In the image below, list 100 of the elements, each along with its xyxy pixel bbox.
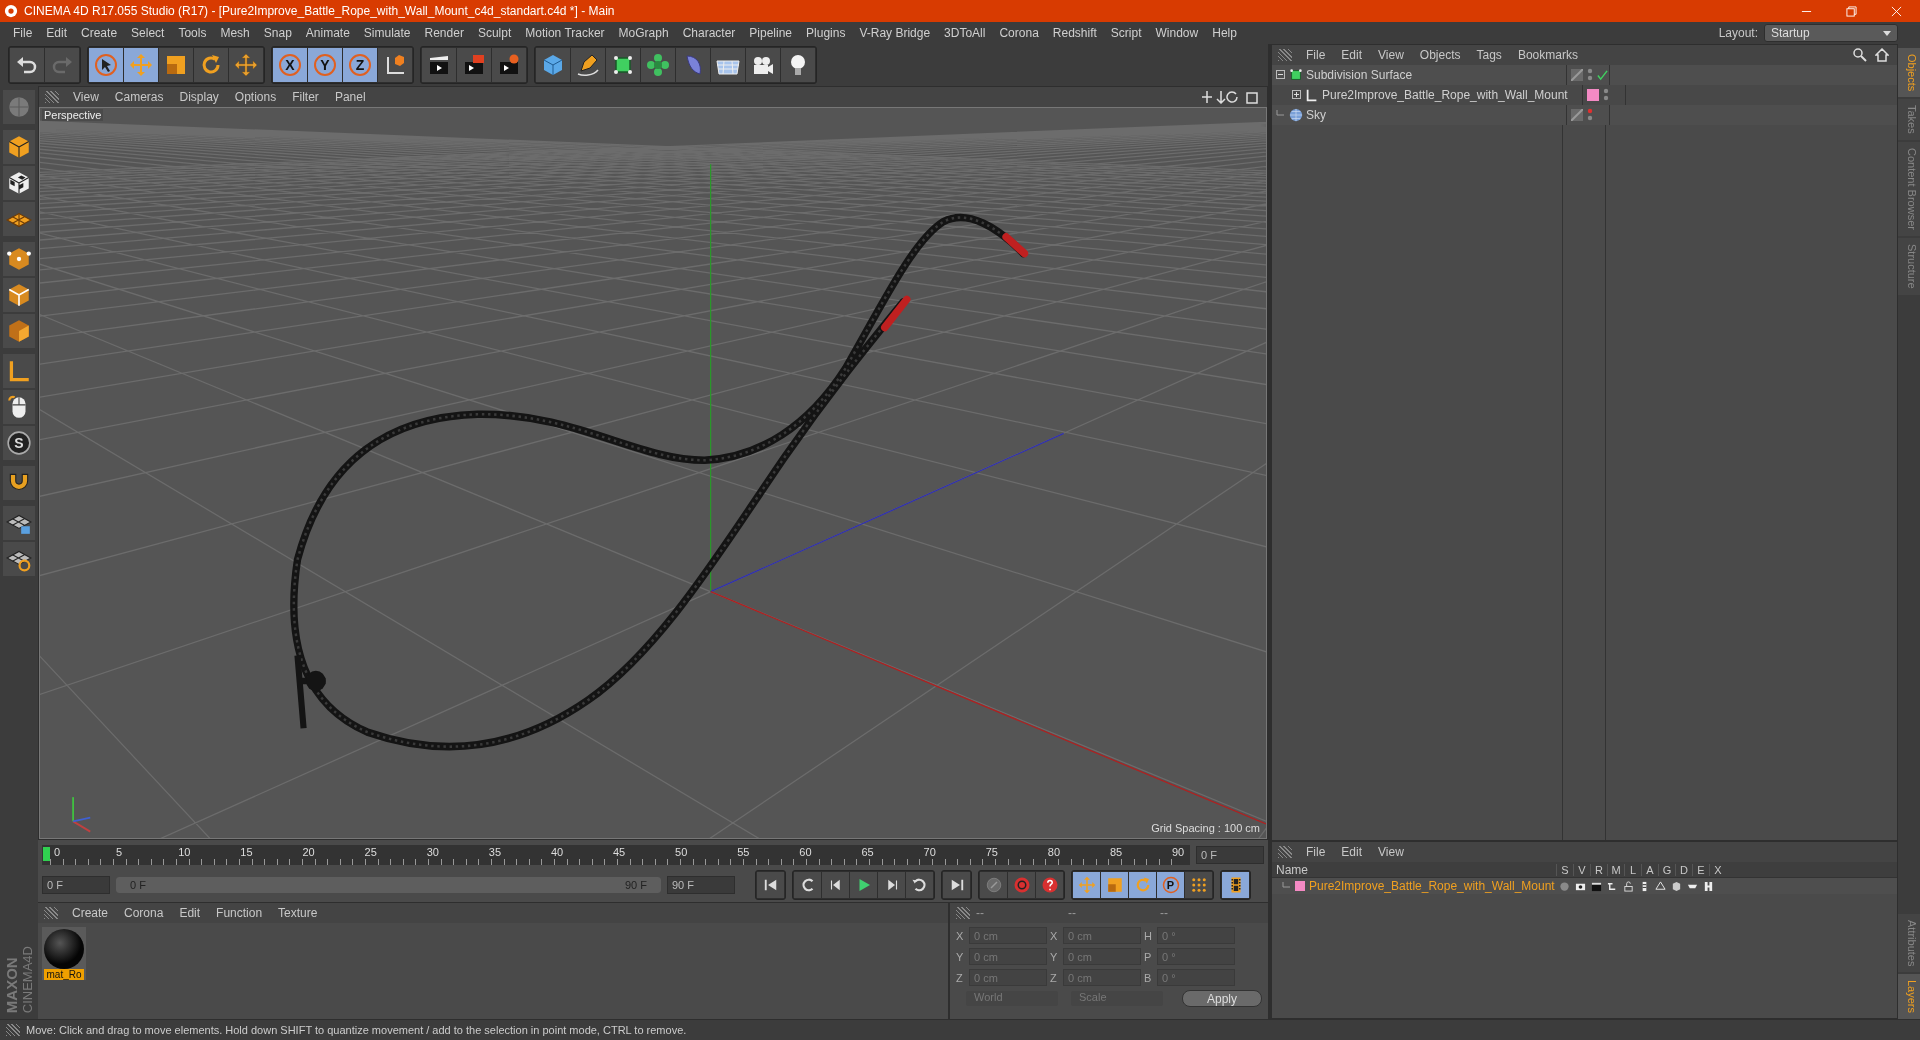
panel-grip-icon[interactable] [45, 91, 59, 103]
menu-item[interactable]: Animate [298, 26, 357, 40]
menu-item[interactable]: 3DToAll [937, 26, 993, 40]
panel-grip-icon[interactable] [956, 907, 970, 919]
menu-item[interactable]: Plugins [799, 26, 853, 40]
clapperboard-gear-icon[interactable] [492, 48, 526, 82]
material-menu-item[interactable]: Create [64, 906, 117, 920]
record-icon[interactable] [1008, 872, 1035, 898]
menu-item[interactable]: Tools [171, 26, 214, 40]
side-tab[interactable]: Objects [1898, 48, 1920, 98]
object-row[interactable]: Subdivision Surface [1272, 65, 1897, 85]
object-menu-item[interactable]: View [1370, 48, 1412, 62]
skip-start-icon[interactable] [757, 872, 784, 898]
subdivision-cube-icon[interactable] [606, 48, 640, 82]
crosshair-arrows-icon[interactable] [229, 48, 263, 82]
help-icon[interactable] [1036, 872, 1063, 898]
object-menu-item[interactable]: Bookmarks [1509, 48, 1586, 62]
material-swatch[interactable]: mat_Ro [42, 927, 86, 980]
menu-item[interactable]: Pipeline [742, 26, 800, 40]
panel-grip-icon[interactable] [44, 907, 58, 919]
menu-item[interactable]: Render [417, 26, 471, 40]
step-back-icon[interactable] [822, 872, 849, 898]
material-menu-item[interactable]: Edit [171, 906, 209, 920]
current-frame-field[interactable]: 0 F [1196, 846, 1264, 864]
cube-icon[interactable] [3, 130, 35, 164]
menu-item[interactable]: MoGraph [611, 26, 676, 40]
object-row[interactable]: Sky [1272, 105, 1897, 125]
viewport-menu-item[interactable]: View [65, 90, 107, 104]
grid-lock-icon[interactable] [3, 506, 35, 540]
caret-icon[interactable] [1883, 30, 1891, 36]
cube-icon[interactable] [536, 48, 570, 82]
cube-points-icon[interactable] [3, 242, 35, 276]
apply-button[interactable]: Apply [1182, 990, 1262, 1007]
menu-item[interactable]: Help [1205, 26, 1244, 40]
start-frame-field[interactable]: 0 F [42, 876, 110, 894]
viewport-menu-item[interactable]: Panel [326, 90, 374, 104]
menu-item[interactable]: Sculpt [470, 26, 519, 40]
end-frame-field[interactable]: 90 F [667, 876, 735, 894]
menu-item[interactable]: Redshift [1045, 26, 1104, 40]
close-icon[interactable] [1891, 5, 1902, 17]
grid-plane-icon[interactable] [3, 202, 35, 236]
expand-toggle-icon[interactable] [1292, 90, 1302, 100]
menu-item[interactable]: Character [675, 26, 743, 40]
viewport-menu-item[interactable]: Cameras [106, 90, 172, 104]
menu-item[interactable]: Motion Tracker [518, 26, 612, 40]
next-key-icon[interactable] [906, 872, 933, 898]
playhead-marker[interactable] [43, 847, 50, 861]
snap-button[interactable]: S [3, 426, 35, 460]
clapperboard-icon[interactable] [422, 48, 456, 82]
deformer-icon[interactable] [1671, 880, 1682, 892]
expand-toggle-icon[interactable] [1276, 70, 1286, 80]
menu-item[interactable]: Edit [39, 26, 75, 40]
cube-polygons-icon[interactable] [3, 314, 35, 348]
previous-key-icon[interactable] [794, 872, 821, 898]
play-icon[interactable] [850, 872, 877, 898]
solo-dot-icon[interactable] [1559, 880, 1570, 892]
material-menu-item[interactable]: Texture [270, 906, 326, 920]
film-strip-icon[interactable] [1222, 872, 1249, 898]
menu-item[interactable]: Corona [992, 26, 1046, 40]
grid-snap-icon[interactable] [3, 542, 35, 576]
lock-icon[interactable] [1623, 880, 1634, 892]
menu-item[interactable]: V-Ray Bridge [852, 26, 938, 40]
visibility-dots-icon[interactable] [1587, 108, 1593, 122]
dot-grid-icon[interactable] [1185, 872, 1212, 898]
step-forward-icon[interactable] [878, 872, 905, 898]
undo-icon[interactable] [10, 48, 44, 82]
menu-item[interactable]: Mesh [213, 26, 257, 40]
viewport-menu-item[interactable]: Options [226, 90, 285, 104]
cube-edges-icon[interactable] [3, 278, 35, 312]
home-icon[interactable] [1875, 48, 1889, 62]
object-menu-item[interactable]: Objects [1411, 48, 1469, 62]
timeline-ruler[interactable]: 0 5 10 15 20 25 30 35 40 45 50 55 60 65 70 75 80 85 90 [42, 845, 1190, 865]
side-tab[interactable]: Layers [1898, 973, 1920, 1019]
camera-icon[interactable] [746, 48, 780, 82]
menu-item[interactable]: Create [74, 26, 125, 40]
visibility-dots-icon[interactable] [1587, 68, 1593, 82]
axis-toggle-button[interactable]: X [273, 48, 307, 82]
magnet-icon[interactable] [3, 466, 35, 500]
parameter-button[interactable]: P [1157, 872, 1184, 898]
hierarchy-icon[interactable] [1607, 880, 1618, 892]
viewport-navigation-icon[interactable] [1201, 90, 1261, 104]
object-menu-item[interactable]: File [1298, 48, 1334, 62]
layer-menu-item[interactable]: Edit [1333, 845, 1371, 859]
menu-item[interactable]: File [6, 26, 40, 40]
checkmark-icon[interactable] [1597, 69, 1608, 81]
menu-item[interactable]: Select [124, 26, 172, 40]
light-bulb-icon[interactable] [781, 48, 815, 82]
axis-icon[interactable] [3, 354, 35, 388]
menu-item[interactable]: Snap [256, 26, 299, 40]
object-menu-item[interactable]: Edit [1333, 48, 1371, 62]
material-menu-item[interactable]: Corona [116, 906, 172, 920]
axis-toggle-button[interactable]: Z [343, 48, 377, 82]
layer-row[interactable]: Pure2Improve_Battle_Rope_with_Wall_Mount [1272, 878, 1897, 894]
axis-toggle-button[interactable]: Y [308, 48, 342, 82]
layout-dropdown[interactable]: Startup [1764, 24, 1898, 42]
generator-icon[interactable] [1655, 880, 1666, 892]
menu-item[interactable]: Simulate [356, 26, 418, 40]
panel-grip-icon[interactable] [6, 1024, 20, 1036]
rotate-icon[interactable] [194, 48, 228, 82]
viewport-menu-item[interactable]: Filter [284, 90, 327, 104]
